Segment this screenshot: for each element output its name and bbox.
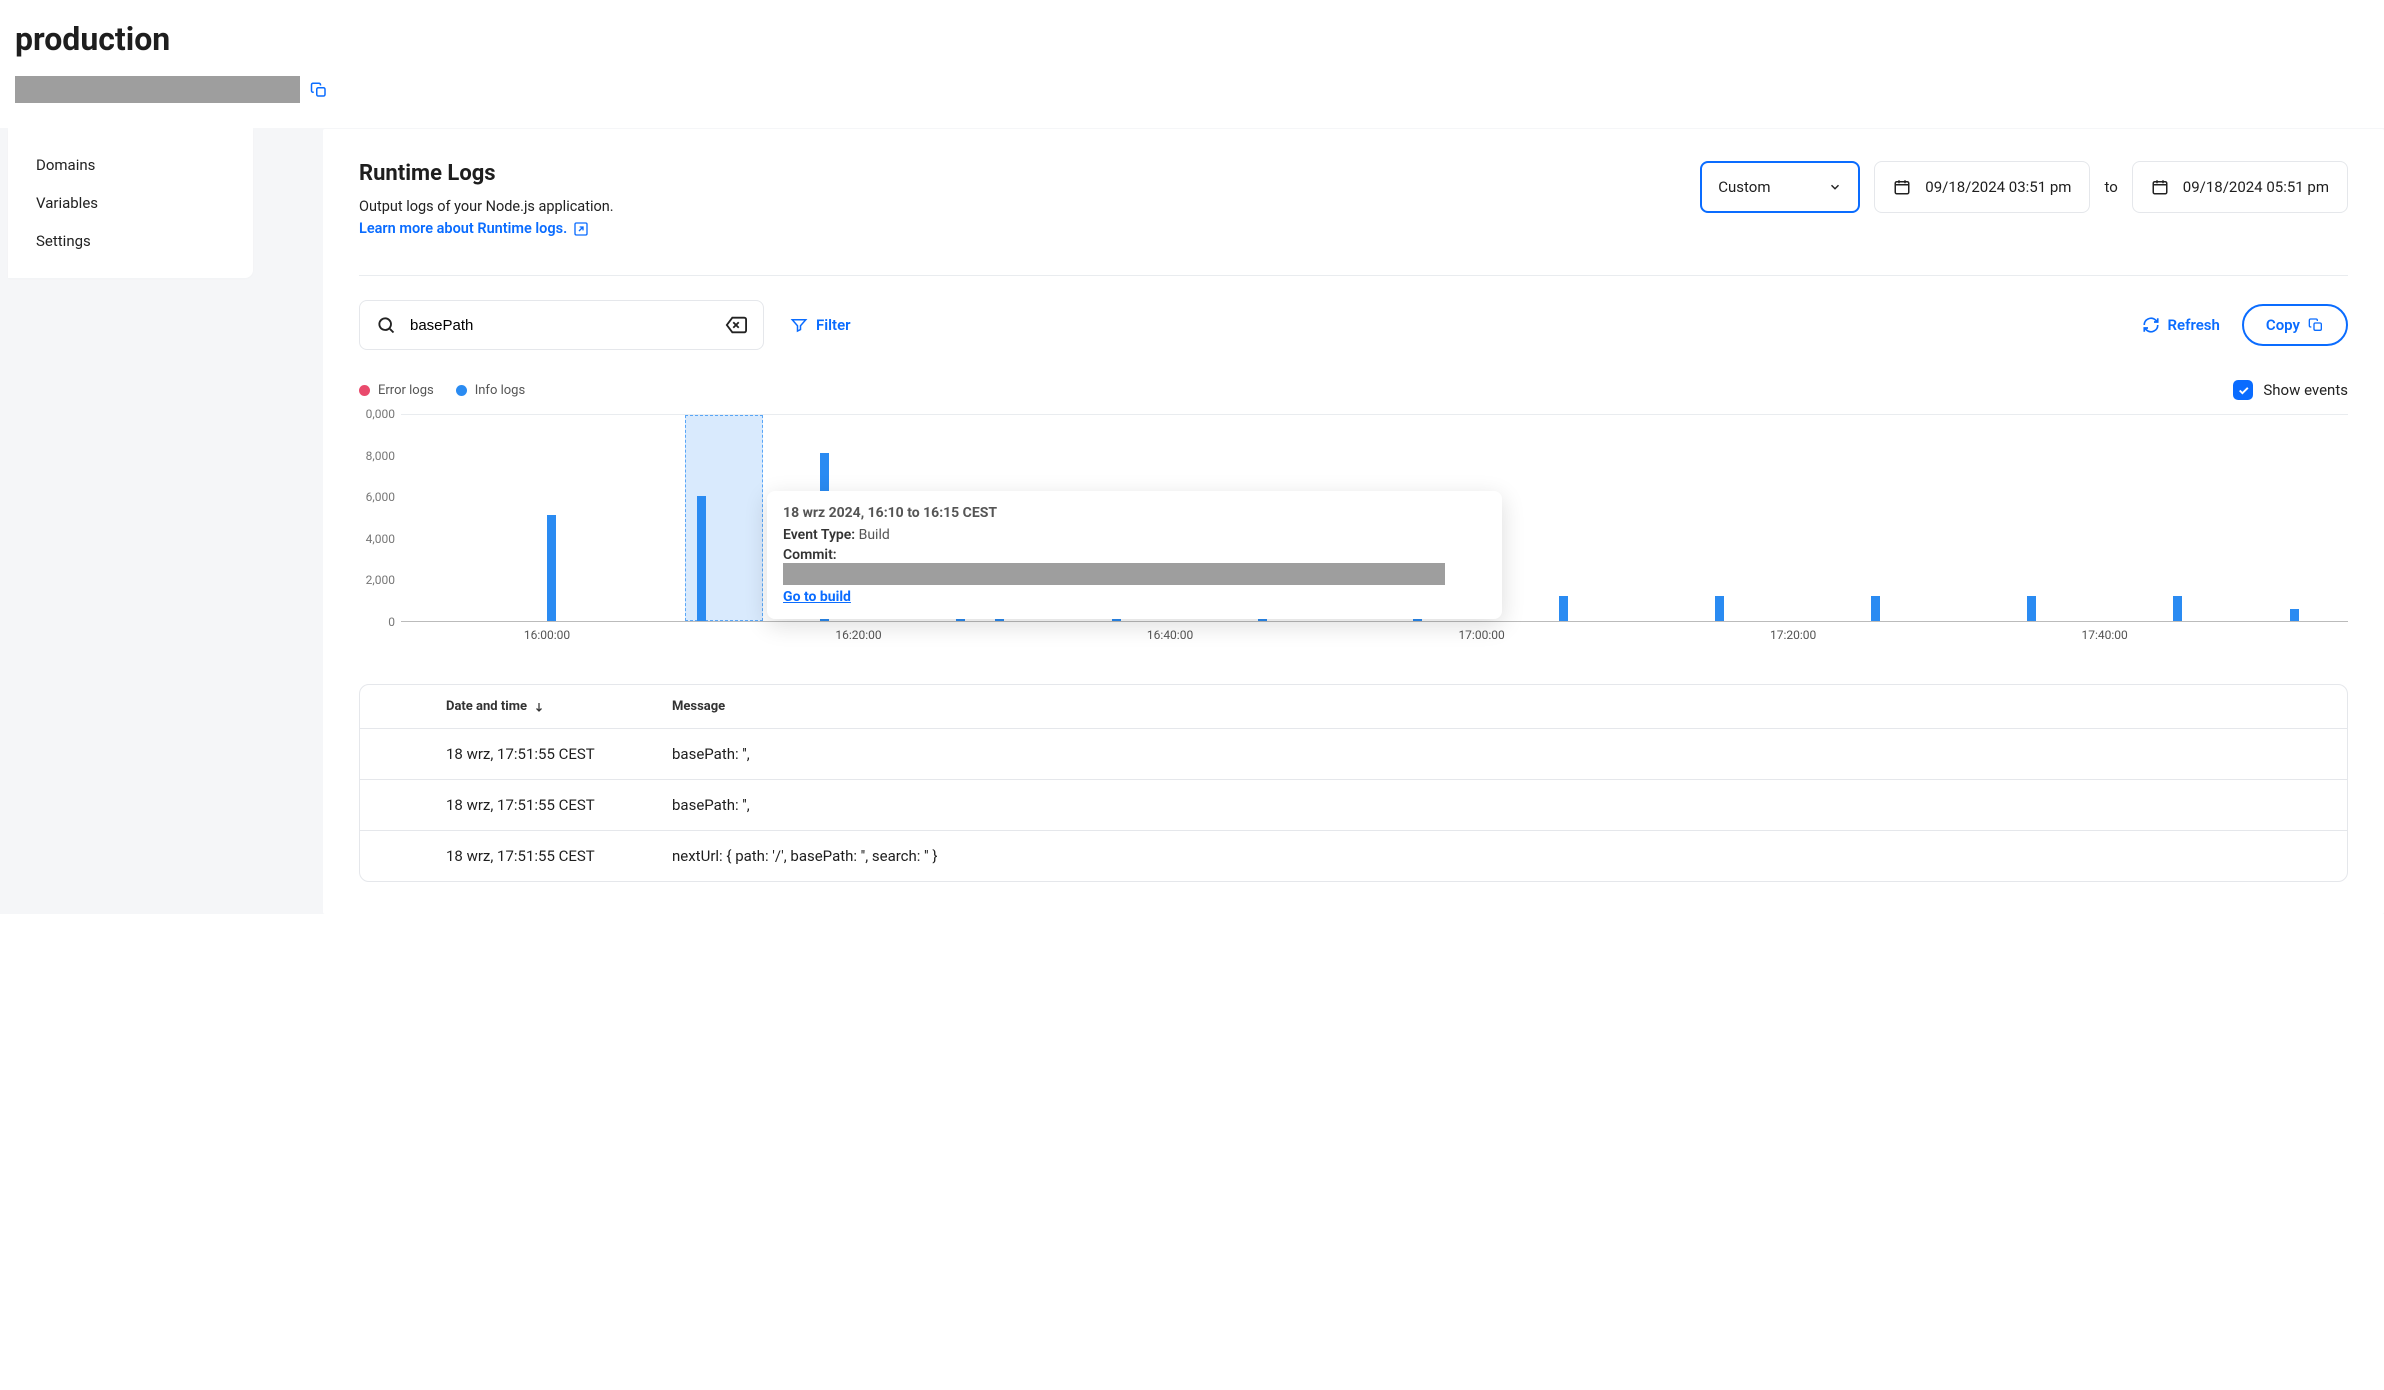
tooltip-title: 18 wrz 2024, 16:10 to 16:15 CEST	[783, 505, 1486, 521]
legend-error-label: Error logs	[378, 383, 434, 398]
row-message: nextUrl: { path: '/', basePath: '', sear…	[672, 847, 2347, 865]
refresh-button[interactable]: Refresh	[2142, 316, 2220, 334]
search-box	[359, 300, 764, 350]
chart-bar[interactable]	[2290, 609, 2299, 621]
learn-more-link[interactable]: Learn more about Runtime logs.	[359, 220, 589, 237]
sidebar-item-domains[interactable]: Domains	[8, 146, 253, 184]
date-from-value: 09/18/2024 03:51 pm	[1925, 178, 2071, 196]
url-redacted	[15, 76, 300, 103]
chart-bar[interactable]	[2027, 596, 2036, 621]
filter-icon	[790, 316, 808, 334]
chart-bar[interactable]	[1559, 596, 1568, 621]
range-select[interactable]: Custom	[1700, 161, 1860, 213]
y-tick-label: 0,000	[366, 407, 395, 421]
date-to-label: to	[2104, 178, 2117, 196]
range-select-value: Custom	[1718, 178, 1770, 196]
y-tick-label: 2,000	[366, 573, 395, 587]
sidebar-item-settings[interactable]: Settings	[8, 222, 253, 260]
calendar-icon	[1893, 178, 1911, 196]
show-events-toggle[interactable]: Show events	[2233, 380, 2348, 400]
date-to-value: 09/18/2024 05:51 pm	[2183, 178, 2329, 196]
refresh-label: Refresh	[2168, 316, 2220, 334]
tooltip-event-type-value: Build	[859, 527, 890, 543]
page-title: production	[15, 20, 2369, 58]
tooltip-event-type-label: Event Type:	[783, 527, 855, 543]
legend-error-dot	[359, 385, 370, 396]
sidebar: Domains Variables Settings	[8, 128, 253, 278]
external-link-icon	[573, 221, 589, 237]
sort-down-icon	[533, 701, 545, 713]
search-icon	[376, 315, 396, 335]
check-icon	[2237, 384, 2250, 397]
x-tick-label: 16:40:00	[1147, 628, 1193, 642]
chart-bar[interactable]	[1715, 596, 1724, 621]
legend-info-label: Info logs	[475, 383, 525, 398]
x-tick-label: 17:20:00	[1770, 628, 1816, 642]
x-tick-label: 17:00:00	[1458, 628, 1504, 642]
section-subtext: Output logs of your Node.js application.	[359, 198, 614, 215]
chart-bar[interactable]	[1871, 596, 1880, 621]
table-col-date-label: Date and time	[446, 699, 527, 714]
table-header: Date and time Message	[360, 685, 2347, 729]
date-to-input[interactable]: 09/18/2024 05:51 pm	[2132, 161, 2348, 213]
copy-icon	[2308, 317, 2324, 333]
logs-chart[interactable]: 02,0004,0006,0008,0000,000 18 wrz 2024, …	[359, 414, 2348, 650]
y-tick-label: 4,000	[366, 532, 395, 546]
refresh-icon	[2142, 316, 2160, 334]
clear-search-icon[interactable]	[725, 314, 747, 336]
x-tick-label: 17:40:00	[2081, 628, 2127, 642]
sidebar-item-variables[interactable]: Variables	[8, 184, 253, 222]
y-tick-label: 0	[388, 615, 395, 629]
table-col-date[interactable]: Date and time	[446, 699, 672, 714]
y-tick-label: 8,000	[366, 449, 395, 463]
chevron-down-icon	[1828, 180, 1842, 194]
legend-info: Info logs	[456, 383, 525, 398]
chart-tooltip: 18 wrz 2024, 16:10 to 16:15 CEST Event T…	[767, 491, 1502, 619]
row-message: basePath: '',	[672, 745, 2347, 763]
show-events-checkbox[interactable]	[2233, 380, 2253, 400]
section-title: Runtime Logs	[359, 161, 614, 186]
search-input[interactable]	[410, 317, 711, 334]
calendar-icon	[2151, 178, 2169, 196]
show-events-label: Show events	[2263, 381, 2348, 399]
tooltip-commit-label: Commit:	[783, 547, 837, 563]
tooltip-commit-redacted	[783, 563, 1445, 585]
legend-error: Error logs	[359, 383, 434, 398]
learn-more-label: Learn more about Runtime logs.	[359, 220, 567, 237]
row-date: 18 wrz, 17:51:55 CEST	[446, 796, 672, 814]
chart-bar[interactable]	[547, 515, 556, 621]
y-tick-label: 6,000	[366, 490, 395, 504]
table-row[interactable]: 18 wrz, 17:51:55 CESTbasePath: '',	[360, 780, 2347, 831]
x-tick-label: 16:00:00	[524, 628, 570, 642]
row-date: 18 wrz, 17:51:55 CEST	[446, 745, 672, 763]
row-date: 18 wrz, 17:51:55 CEST	[446, 847, 672, 865]
date-from-input[interactable]: 09/18/2024 03:51 pm	[1874, 161, 2090, 213]
copy-label: Copy	[2266, 316, 2300, 334]
filter-button[interactable]: Filter	[790, 316, 851, 334]
tooltip-build-link[interactable]: Go to build	[783, 589, 1486, 605]
chart-bar[interactable]	[697, 496, 706, 621]
table-col-message[interactable]: Message	[672, 699, 2347, 714]
x-tick-label: 16:20:00	[835, 628, 881, 642]
legend-info-dot	[456, 385, 467, 396]
copy-icon[interactable]	[310, 81, 328, 99]
logs-table: Date and time Message 18 wrz, 17:51:55 C…	[359, 684, 2348, 882]
copy-button[interactable]: Copy	[2242, 304, 2348, 346]
table-row[interactable]: 18 wrz, 17:51:55 CESTbasePath: '',	[360, 729, 2347, 780]
row-message: basePath: '',	[672, 796, 2347, 814]
filter-label: Filter	[816, 316, 851, 334]
chart-bar[interactable]	[2173, 596, 2182, 621]
table-row[interactable]: 18 wrz, 17:51:55 CESTnextUrl: { path: '/…	[360, 831, 2347, 881]
